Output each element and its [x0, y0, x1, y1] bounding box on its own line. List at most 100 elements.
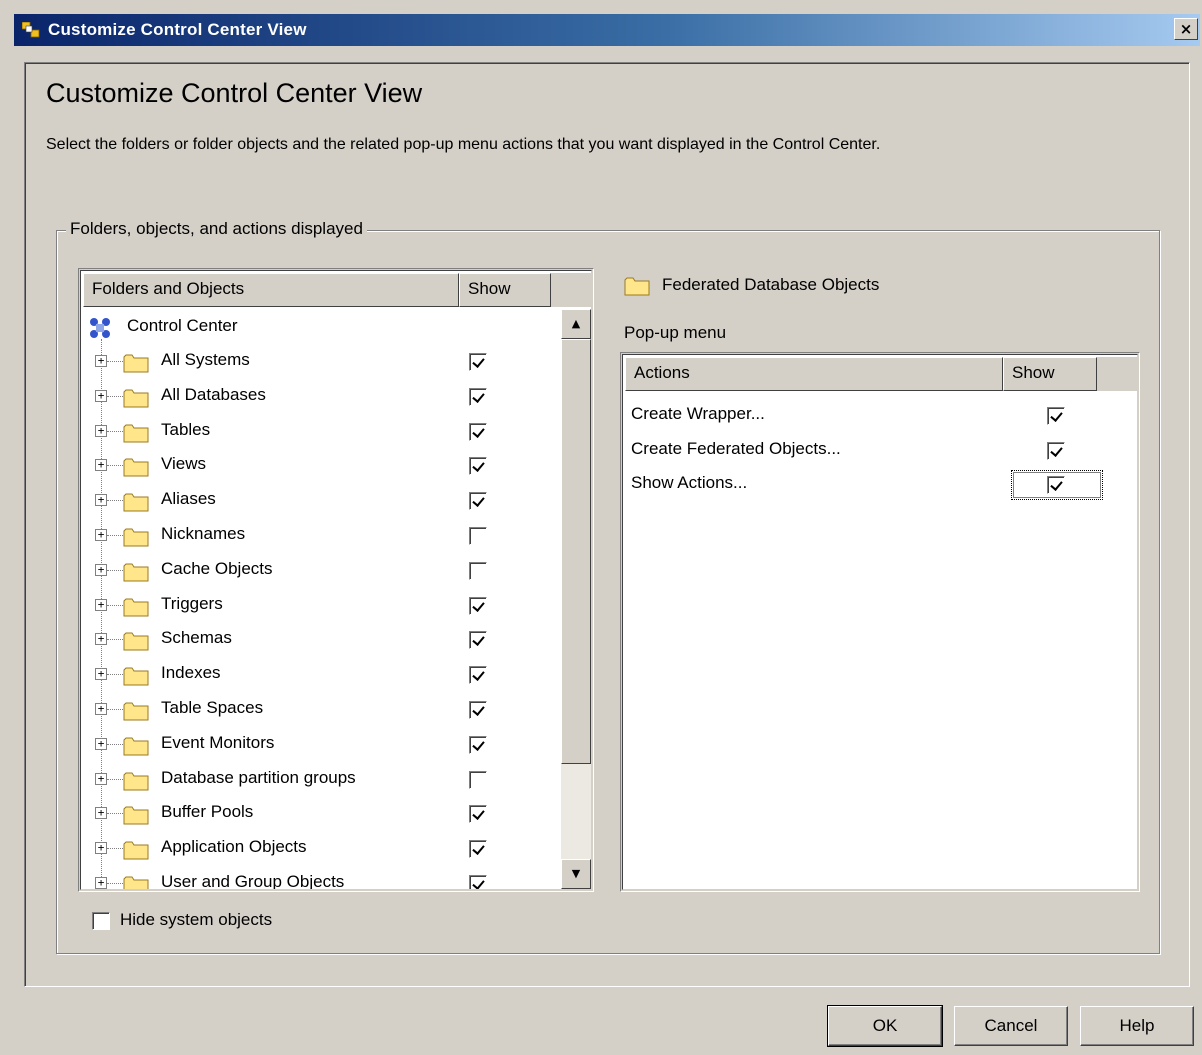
vertical-scrollbar[interactable]: ▲ ▼: [561, 309, 591, 889]
show-checkbox[interactable]: [469, 735, 487, 754]
tree-root-row[interactable]: Control Center: [81, 311, 559, 345]
tree-item-label: Table Spaces: [161, 698, 264, 717]
expand-icon[interactable]: +: [95, 737, 107, 750]
tree-connector: [107, 848, 123, 850]
tree-item-row[interactable]: + Tables: [81, 415, 559, 449]
tree-item-row[interactable]: + Triggers: [81, 589, 559, 623]
show-checkbox[interactable]: [469, 631, 487, 650]
action-show-checkbox[interactable]: [1047, 407, 1065, 425]
tree-connector: [107, 674, 123, 676]
show-checkbox[interactable]: [469, 353, 487, 371]
tree-view[interactable]: Control Center + All Systems + All Database…: [81, 309, 559, 889]
action-row[interactable]: Show Actions...: [623, 468, 1129, 502]
tree-item-label: Tables: [161, 419, 211, 439]
folder-icon: [123, 841, 149, 860]
scroll-down-button[interactable]: ▼: [561, 859, 591, 889]
folders-objects-list-inner: Folders and Objects Show Control Center …: [80, 270, 592, 890]
ok-button[interactable]: OK: [827, 1005, 943, 1047]
cancel-button[interactable]: Cancel: [954, 1006, 1068, 1046]
action-label: Create Federated Objects...: [631, 438, 841, 458]
show-checkbox[interactable]: [469, 387, 487, 406]
tree-item-row[interactable]: + Indexes: [81, 658, 559, 692]
tree-root-label: Control Center: [127, 316, 238, 335]
action-row[interactable]: Create Wrapper...: [623, 399, 1129, 433]
scroll-thumb[interactable]: [561, 339, 591, 764]
expand-icon[interactable]: +: [95, 389, 107, 402]
hide-system-objects-label: Hide system objects: [120, 910, 273, 929]
expand-icon[interactable]: +: [95, 494, 107, 507]
tree-item-label: Event Monitors: [161, 732, 275, 752]
action-label: Show Actions...: [631, 473, 748, 492]
expand-icon[interactable]: +: [95, 355, 107, 367]
tree-item-label: All Databases: [161, 384, 266, 404]
show-checkbox[interactable]: [469, 422, 487, 441]
tree-item-label: Schemas: [161, 628, 232, 648]
action-show-checkbox[interactable]: [1047, 441, 1065, 460]
control-center-icon: [90, 318, 110, 338]
expand-icon[interactable]: +: [95, 424, 107, 437]
tree-item-row[interactable]: + Application Objects: [81, 832, 559, 866]
expand-icon[interactable]: +: [95, 877, 107, 889]
show-checkbox[interactable]: [469, 840, 487, 859]
tree-item-row[interactable]: + All Systems: [81, 345, 559, 379]
show-checkbox[interactable]: [469, 875, 487, 889]
show-checkbox[interactable]: [469, 492, 487, 511]
close-button[interactable]: ×: [1174, 18, 1198, 40]
expand-icon[interactable]: +: [95, 529, 107, 541]
tree-item-row[interactable]: + Event Monitors: [81, 728, 559, 762]
expand-icon[interactable]: +: [95, 668, 107, 681]
action-row[interactable]: Create Federated Objects...: [623, 434, 1129, 468]
expand-icon[interactable]: +: [95, 842, 107, 855]
tree-item-row[interactable]: + Buffer Pools: [81, 797, 559, 831]
tree-connector: [107, 743, 123, 745]
tree-connector: [107, 361, 123, 362]
popup-actions-list-inner[interactable]: Actions Show Create Wrapper... Create Fed…: [622, 354, 1138, 890]
tree-item-label: Nicknames: [161, 524, 246, 543]
expand-icon[interactable]: +: [95, 563, 107, 576]
title-bar[interactable]: Customize Control Center View ×: [14, 14, 1200, 46]
expand-icon[interactable]: +: [95, 807, 107, 820]
column-header-action-show[interactable]: Show: [1003, 357, 1097, 391]
popup-actions-list: Actions Show Create Wrapper... Create Fed…: [620, 352, 1140, 892]
tree-item-row[interactable]: + Table Spaces: [81, 693, 559, 727]
scroll-up-button[interactable]: ▲: [561, 309, 591, 339]
expand-icon[interactable]: +: [95, 772, 107, 785]
show-checkbox[interactable]: [469, 457, 487, 476]
tree-item-row[interactable]: + User and Group Objects: [81, 867, 559, 889]
action-show-checkbox[interactable]: [1047, 476, 1065, 494]
show-checkbox[interactable]: [469, 666, 487, 685]
tree-connector: [107, 639, 123, 641]
show-checkbox[interactable]: [469, 561, 487, 580]
expand-icon[interactable]: +: [95, 459, 107, 472]
show-checkbox[interactable]: [469, 770, 487, 789]
show-checkbox[interactable]: [469, 527, 487, 545]
tree-item-row[interactable]: + All Databases: [81, 380, 559, 414]
expand-icon[interactable]: +: [95, 633, 107, 646]
expand-icon[interactable]: +: [95, 703, 107, 715]
column-header-show[interactable]: Show: [459, 273, 551, 307]
show-checkbox[interactable]: [469, 596, 487, 615]
tree-connector: [107, 883, 123, 884]
column-header-folders-objects[interactable]: Folders and Objects: [83, 273, 459, 307]
help-button[interactable]: Help: [1080, 1006, 1194, 1046]
tree-item-row[interactable]: + Cache Objects: [81, 554, 559, 588]
column-header-actions[interactable]: Actions: [625, 357, 1003, 391]
tree-connector: [107, 430, 123, 432]
tree-item-row[interactable]: + Schemas: [81, 623, 559, 657]
tree-item-row[interactable]: + Views: [81, 449, 559, 483]
column-header-filler: [1097, 357, 1137, 391]
page-description: Select the folders or folder objects and…: [46, 136, 881, 153]
expand-icon[interactable]: +: [95, 598, 107, 611]
folder-icon: [123, 737, 149, 756]
tree-item-row[interactable]: + Nicknames: [81, 519, 559, 553]
folder-icon: [123, 702, 149, 721]
tree-item-label: Buffer Pools: [161, 802, 254, 822]
popup-menu-label: Pop-up menu: [624, 323, 727, 342]
tree-connector: [107, 535, 123, 536]
tree-item-row[interactable]: + Database partition groups: [81, 763, 559, 797]
tree-item-label: Indexes: [161, 663, 221, 683]
show-checkbox[interactable]: [469, 701, 487, 719]
show-checkbox[interactable]: [469, 805, 487, 824]
hide-system-objects-checkbox[interactable]: [92, 912, 110, 930]
tree-item-row[interactable]: + Aliases: [81, 484, 559, 518]
